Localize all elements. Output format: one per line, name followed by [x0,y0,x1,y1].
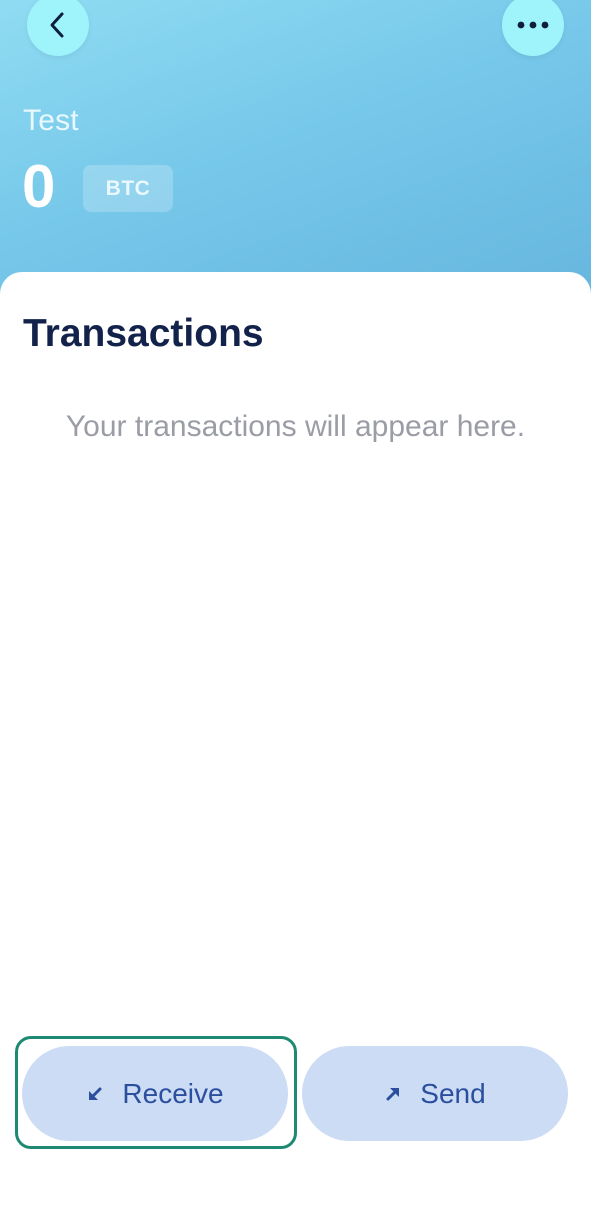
receive-button[interactable]: Receive [22,1046,288,1141]
wallet-screen: Test 0 BTC Transactions Your transaction… [0,0,591,1208]
transactions-empty-message: Your transactions will appear here. [65,410,526,443]
send-button[interactable]: Send [302,1046,568,1141]
receive-button-label: Receive [122,1077,224,1109]
back-button[interactable] [27,0,89,56]
arrow-down-left-icon [86,1085,104,1103]
wallet-name: Test [23,104,79,137]
wallet-balance: 0 [22,153,56,220]
send-button-label: Send [420,1077,486,1109]
arrow-up-right-icon [384,1085,402,1103]
chevron-left-icon [50,12,64,38]
transactions-title: Transactions [23,312,264,355]
more-horizontal-icon [517,21,549,29]
more-options-button[interactable] [502,0,564,56]
wallet-header: Test 0 BTC [0,0,591,300]
balance-unit-badge[interactable]: BTC [83,165,173,212]
